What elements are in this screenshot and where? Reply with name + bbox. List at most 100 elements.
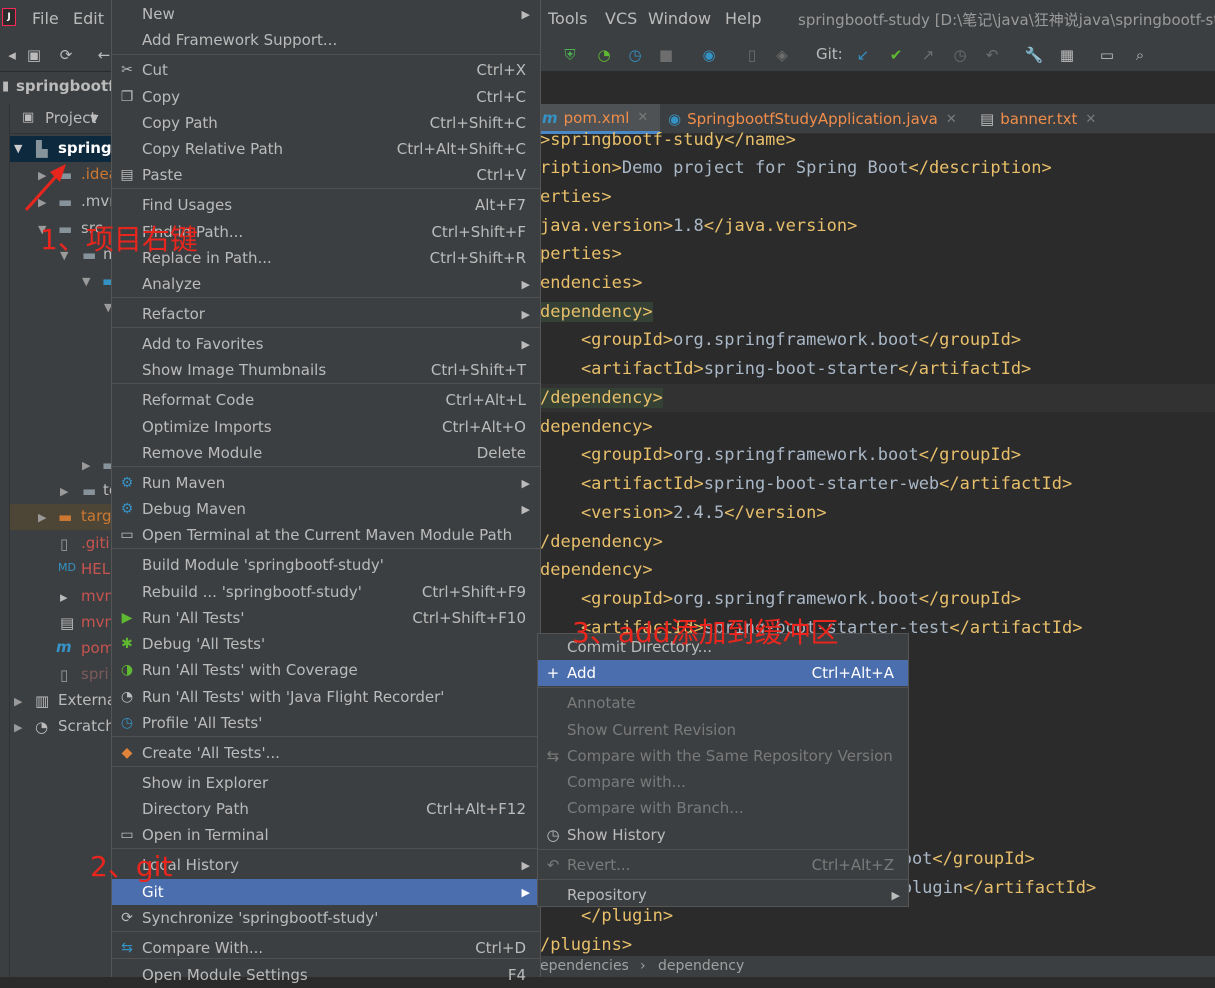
- menu-item-debug-all-tests[interactable]: ✱ Debug 'All Tests': [112, 631, 540, 657]
- tree-row-scratches[interactable]: ▶ ◔ Scratch: [0, 714, 115, 740]
- project-structure-icon[interactable]: ▦: [1057, 45, 1077, 65]
- tree-row-mvnw-cmd[interactable]: ▤ mvn: [0, 610, 114, 636]
- git-update-icon[interactable]: ↙: [853, 45, 873, 65]
- menu-item-open-module-settings[interactable]: Open Module Settings F4: [112, 962, 540, 988]
- collapse-icon[interactable]: ◂: [2, 45, 22, 65]
- project-panel-title[interactable]: Project: [45, 109, 96, 127]
- menu-edit[interactable]: Edit: [73, 9, 104, 28]
- menu-file[interactable]: File: [32, 9, 59, 28]
- gauge-icon[interactable]: ◉: [699, 45, 719, 65]
- menu-item-profile-all-tests[interactable]: ◷ Profile 'All Tests': [112, 710, 540, 736]
- tree-row-package[interactable]: ▼: [0, 294, 112, 320]
- menu-item-cut[interactable]: ✂ Cut Ctrl+X: [112, 57, 540, 83]
- tree-row-help[interactable]: MD HELI: [0, 557, 115, 583]
- menu-item-add-to-favorites[interactable]: Add to Favorites ▶: [112, 331, 540, 357]
- breadcrumb-dependency[interactable]: dependency: [658, 958, 744, 974]
- shield-run-icon[interactable]: ⛨: [560, 45, 580, 65]
- menu-item-label: Show Current Revision: [567, 721, 737, 739]
- git-menu-item-repository[interactable]: Repository ▶: [538, 882, 908, 908]
- menu-item-find-usages[interactable]: Find Usages Alt+F7: [112, 192, 540, 218]
- tree-row-iml[interactable]: ▯ spri: [0, 662, 112, 688]
- menu-item-git[interactable]: Git ▶: [112, 879, 540, 905]
- menu-item-rebuild-springbootf-study[interactable]: Rebuild ... 'springbootf-study' Ctrl+Shif…: [112, 579, 540, 605]
- code-line: java.version>1.8</java.version>: [540, 216, 858, 236]
- wrench-icon[interactable]: 🔧: [1024, 45, 1044, 65]
- close-icon[interactable]: ✕: [637, 110, 648, 125]
- tree-row-mvnw[interactable]: ▸ mvn: [0, 584, 114, 610]
- submenu-arrow-icon: ▶: [521, 7, 530, 21]
- menu-help[interactable]: Help: [725, 9, 761, 28]
- device-icon[interactable]: ▯: [742, 45, 762, 65]
- menu-item-optimize-imports[interactable]: Optimize Imports Ctrl+Alt+O: [112, 414, 540, 440]
- menu-item-new[interactable]: New ▶: [112, 1, 540, 27]
- breadcrumb-dependencies[interactable]: ependencies: [540, 958, 629, 974]
- tree-row-test[interactable]: ▶ ▬ te: [0, 478, 118, 504]
- tree-row-root[interactable]: ▼ ▙ springb: [0, 136, 122, 162]
- menu-item-reformat-code[interactable]: Reformat Code Ctrl+Alt+L: [112, 387, 540, 413]
- tree-row-external-libraries[interactable]: ▶ ▥ Externa: [0, 688, 116, 714]
- menu-item-label: Repository: [567, 886, 647, 904]
- menu-item-create-all-tests[interactable]: ◆ Create 'All Tests'...: [112, 740, 540, 766]
- git-menu-item-add[interactable]: + Add Ctrl+Alt+A: [538, 660, 908, 686]
- code-line: <groupId>org.springframework.boot</group…: [540, 589, 1022, 609]
- code-line: dependency>: [540, 302, 653, 322]
- menu-item-open-terminal-at-the-current-maven-module-path[interactable]: ▭ Open Terminal at the Current Maven Modu…: [112, 522, 540, 548]
- coverage-icon: ◑: [120, 662, 134, 678]
- menu-item-label: Show Image Thumbnails: [142, 361, 327, 379]
- stop-icon[interactable]: ■: [656, 45, 676, 65]
- menu-item-run-all-tests-with-java-flight-recorder[interactable]: ◔ Run 'All Tests' with 'Java Flight Recor…: [112, 684, 540, 710]
- menu-item-run-all-tests[interactable]: ▶ Run 'All Tests' Ctrl+Shift+F10: [112, 605, 540, 631]
- git-push-icon[interactable]: ↗: [918, 45, 938, 65]
- menu-item-copy-relative-path[interactable]: Copy Relative Path Ctrl+Alt+Shift+C: [112, 136, 540, 162]
- stopwatch-icon[interactable]: ◷: [625, 45, 645, 65]
- menu-item-debug-maven[interactable]: ⚙ Debug Maven ▶: [112, 496, 540, 522]
- menu-vcs[interactable]: VCS: [605, 9, 637, 28]
- menu-item-add-framework-support[interactable]: Add Framework Support...: [112, 27, 540, 53]
- menu-item-build-module-springbootf-study[interactable]: Build Module 'springbootf-study': [112, 552, 540, 578]
- chevron-down-icon[interactable]: ▼: [90, 112, 98, 125]
- save-icon[interactable]: ▣: [24, 45, 44, 65]
- tree-row-pom[interactable]: m pom: [0, 636, 115, 662]
- deploy-icon[interactable]: ◈: [772, 45, 792, 65]
- menu-item-analyze[interactable]: Analyze ▶: [112, 271, 540, 297]
- menu-window[interactable]: Window: [648, 9, 711, 28]
- menu-item-compare-with[interactable]: ⇆ Compare With... Ctrl+D: [112, 935, 540, 961]
- paste-icon: ▤: [120, 167, 134, 183]
- tree-row-gitignore[interactable]: ▯ .giti: [0, 531, 112, 557]
- menu-item-remove-module[interactable]: Remove Module Delete: [112, 440, 540, 466]
- menu-item-refactor[interactable]: Refactor ▶: [112, 301, 540, 327]
- tree-row-java[interactable]: ▼ ▬: [0, 268, 116, 294]
- menu-item-open-in-terminal[interactable]: ▭ Open in Terminal: [112, 822, 540, 848]
- menu-item-show-in-explorer[interactable]: Show in Explorer: [112, 770, 540, 796]
- menu-item-run-maven[interactable]: ⚙ Run Maven ▶: [112, 470, 540, 496]
- menu-item-copy[interactable]: ❐ Copy Ctrl+C: [112, 84, 540, 110]
- git-menu-item-show-history[interactable]: ◷ Show History: [538, 822, 908, 848]
- menu-item-show-image-thumbnails[interactable]: Show Image Thumbnails Ctrl+Shift+T: [112, 357, 540, 383]
- tab-banner-txt[interactable]: ▤ banner.txt ✕: [980, 104, 1096, 134]
- terminal-window-icon[interactable]: ▭: [1097, 45, 1117, 65]
- history-icon[interactable]: ◷: [950, 45, 970, 65]
- menu-item-directory-path[interactable]: Directory Path Ctrl+Alt+F12: [112, 796, 540, 822]
- tree-row-resources[interactable]: ▶ ▬: [0, 452, 116, 478]
- close-icon[interactable]: ✕: [1085, 112, 1096, 127]
- close-icon[interactable]: ✕: [946, 112, 957, 127]
- search-icon[interactable]: ⌕: [1130, 45, 1150, 65]
- sync-icon[interactable]: ⟳: [56, 45, 76, 65]
- menu-item-copy-path[interactable]: Copy Path Ctrl+Shift+C: [112, 110, 540, 136]
- menu-item-paste[interactable]: ▤ Paste Ctrl+V: [112, 162, 540, 188]
- menu-item-label: Cut: [142, 61, 168, 79]
- git-commit-icon[interactable]: ✔: [886, 45, 906, 65]
- breadcrumb-project[interactable]: springbootf-: [16, 77, 121, 95]
- menu-tools[interactable]: Tools: [548, 9, 587, 28]
- profile-run-icon[interactable]: ◔: [594, 45, 614, 65]
- menu-separator: [112, 383, 540, 384]
- menu-item-local-history[interactable]: Local History ▶: [112, 852, 540, 878]
- window-title: springbootf-study [D:\笔记\java\狂神说java\sp…: [798, 11, 1215, 29]
- code-line: /dependency>: [540, 532, 663, 552]
- tree-row-target[interactable]: ▶ ▬ target: [0, 504, 127, 530]
- tree-label: pom: [81, 639, 115, 657]
- rollback-icon[interactable]: ↶: [982, 45, 1002, 65]
- tree-label: mvn: [81, 613, 114, 631]
- menu-item-synchronize-springbootf-study[interactable]: ⟳ Synchronize 'springbootf-study': [112, 905, 540, 931]
- menu-item-run-all-tests-with-coverage[interactable]: ◑ Run 'All Tests' with Coverage: [112, 657, 540, 683]
